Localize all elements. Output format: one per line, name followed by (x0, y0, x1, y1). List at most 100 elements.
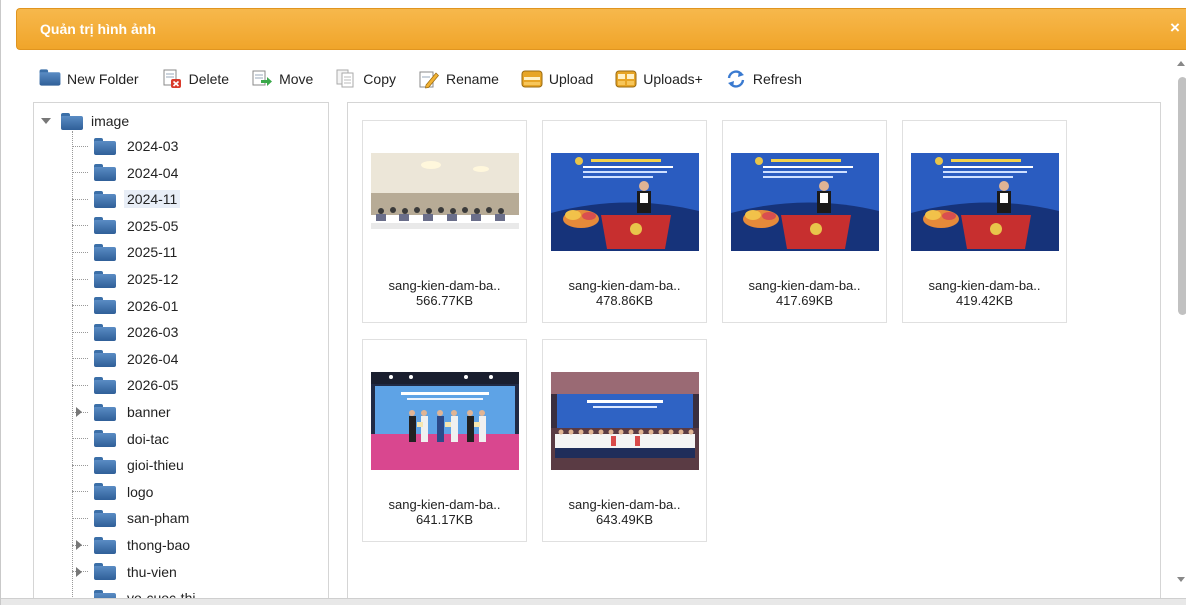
tree-connector (72, 517, 88, 519)
uploads-button[interactable]: Uploads+ (615, 66, 703, 92)
tree-item[interactable]: san-pham (72, 507, 312, 529)
close-icon[interactable]: × (1167, 18, 1183, 38)
tree-item[interactable]: thong-bao (72, 534, 312, 556)
tree-item-label: gioi-thieu (127, 457, 184, 474)
file-size: 643.49KB (595, 512, 654, 527)
folder-icon (94, 536, 116, 554)
tree-connector (72, 172, 88, 174)
image-thumbnail-card[interactable]: sang-kien-dam-ba.. 419.42KB (902, 120, 1067, 323)
upload-button[interactable]: Upload (521, 66, 593, 92)
tree-item[interactable]: 2024-04 (72, 162, 312, 184)
folder-icon (94, 403, 116, 421)
tree-item-label: 2026-04 (127, 350, 179, 367)
tree-item-label: 2025-12 (127, 271, 179, 287)
file-name: sang-kien-dam-ba.. (388, 278, 501, 293)
delete-icon (161, 69, 183, 89)
folder-icon (94, 563, 116, 581)
tree-connector (72, 464, 88, 466)
tree-item-label: doi-tac (127, 430, 170, 447)
move-button[interactable]: Move (251, 66, 313, 92)
file-size: 641.17KB (415, 512, 474, 527)
upload-icon (521, 69, 543, 89)
image-thumbnail-card[interactable]: sang-kien-dam-ba.. 417.69KB (722, 120, 887, 323)
image-manager-window: Quản trị hình ảnh × New Folder Delete Move… (0, 0, 1186, 605)
file-size: 419.42KB (955, 293, 1014, 308)
thumbnail-image[interactable] (371, 153, 519, 251)
expand-icon[interactable] (76, 566, 82, 577)
tree-item[interactable]: 2026-03 (72, 321, 312, 343)
tree-item[interactable]: gioi-thieu (72, 454, 312, 476)
thumbnail-image[interactable] (731, 153, 879, 251)
tree-connector (72, 384, 88, 386)
tree-item[interactable]: 2025-12 (72, 268, 312, 290)
toolbar-button-label: New Folder (67, 71, 139, 87)
tree-item[interactable]: doi-tac (72, 428, 312, 450)
file-grid: sang-kien-dam-ba.. 566.77KB sang-kien-dam-… (347, 102, 1161, 602)
new-folder-button[interactable]: New Folder (39, 66, 139, 92)
folder-icon (39, 69, 61, 89)
tree-item[interactable]: 2024-03 (72, 135, 312, 157)
tree-item-label: 2024-11 (124, 190, 181, 209)
uploads-plus-icon (615, 69, 637, 89)
thumbnail-image[interactable] (551, 372, 699, 470)
file-size: 417.69KB (775, 293, 834, 308)
thumbnail-image[interactable] (371, 372, 519, 470)
thumbnail-image[interactable] (911, 153, 1059, 251)
toolbar-button-label: Uploads+ (643, 71, 703, 87)
tree-item[interactable]: thu-vien (72, 561, 312, 583)
tree-root-image[interactable]: image (41, 111, 129, 131)
file-name: sang-kien-dam-ba.. (388, 497, 501, 512)
scroll-up-icon[interactable] (1177, 61, 1185, 66)
tree-connector (72, 251, 88, 253)
thumbnail-image[interactable] (551, 153, 699, 251)
scrollbar[interactable] (1174, 55, 1186, 600)
tree-root-label: image (91, 113, 130, 129)
toolbar-button-label: Upload (548, 71, 594, 87)
image-thumbnail-card[interactable]: sang-kien-dam-ba.. 641.17KB (362, 339, 527, 542)
folder-icon (94, 164, 116, 182)
folder-icon (94, 483, 116, 501)
toolbar-button-label: Copy (363, 71, 396, 87)
image-thumbnail-card[interactable]: sang-kien-dam-ba.. 478.86KB (542, 120, 707, 323)
tree-item[interactable]: 2024-11 (72, 188, 312, 210)
folder-icon (94, 509, 116, 527)
tree-item-label: san-pham (127, 510, 190, 527)
tree-item[interactable]: logo (72, 481, 312, 503)
status-bar (1, 598, 1186, 605)
tree-item[interactable]: banner (72, 401, 312, 423)
tree-item-label: logo (127, 483, 154, 500)
folder-icon (94, 297, 116, 315)
file-name: sang-kien-dam-ba.. (928, 278, 1041, 293)
collapse-icon[interactable] (41, 118, 51, 124)
move-icon (251, 69, 273, 89)
tree-item[interactable]: 2026-01 (72, 295, 312, 317)
toolbar: New Folder Delete Move Copy Rename Upload Uplo… (39, 64, 824, 94)
tree-connector (72, 358, 88, 360)
copy-button[interactable]: Copy (335, 66, 396, 92)
rename-button[interactable]: Rename (418, 66, 499, 92)
folder-icon (94, 350, 116, 368)
image-thumbnail-card[interactable]: sang-kien-dam-ba.. 566.77KB (362, 120, 527, 323)
refresh-button[interactable]: Refresh (725, 66, 802, 92)
tree-item-label: 2026-01 (127, 297, 179, 314)
folder-icon (94, 243, 116, 261)
scroll-down-icon[interactable] (1177, 577, 1185, 582)
file-name: sang-kien-dam-ba.. (748, 278, 861, 293)
folder-icon (94, 270, 116, 288)
tree-item[interactable]: 2026-05 (72, 374, 312, 396)
folder-icon (94, 190, 116, 208)
tree-item[interactable]: 2025-11 (72, 241, 312, 263)
tree-item[interactable]: 2026-04 (72, 348, 312, 370)
expand-icon[interactable] (76, 540, 82, 550)
tree-connector (72, 491, 88, 493)
folder-icon (94, 376, 116, 394)
image-thumbnail-card[interactable]: sang-kien-dam-ba.. 643.49KB (542, 339, 707, 542)
delete-button[interactable]: Delete (161, 66, 229, 92)
expand-icon[interactable] (76, 407, 82, 417)
tree-item-label: 2025-05 (127, 217, 179, 234)
tree-item[interactable]: 2025-05 (72, 215, 312, 237)
scrollbar-thumb[interactable] (1178, 77, 1186, 315)
tree-item-label: 2025-11 (127, 244, 178, 261)
toolbar-button-label: Delete (188, 71, 230, 87)
tree-connector (72, 331, 88, 333)
